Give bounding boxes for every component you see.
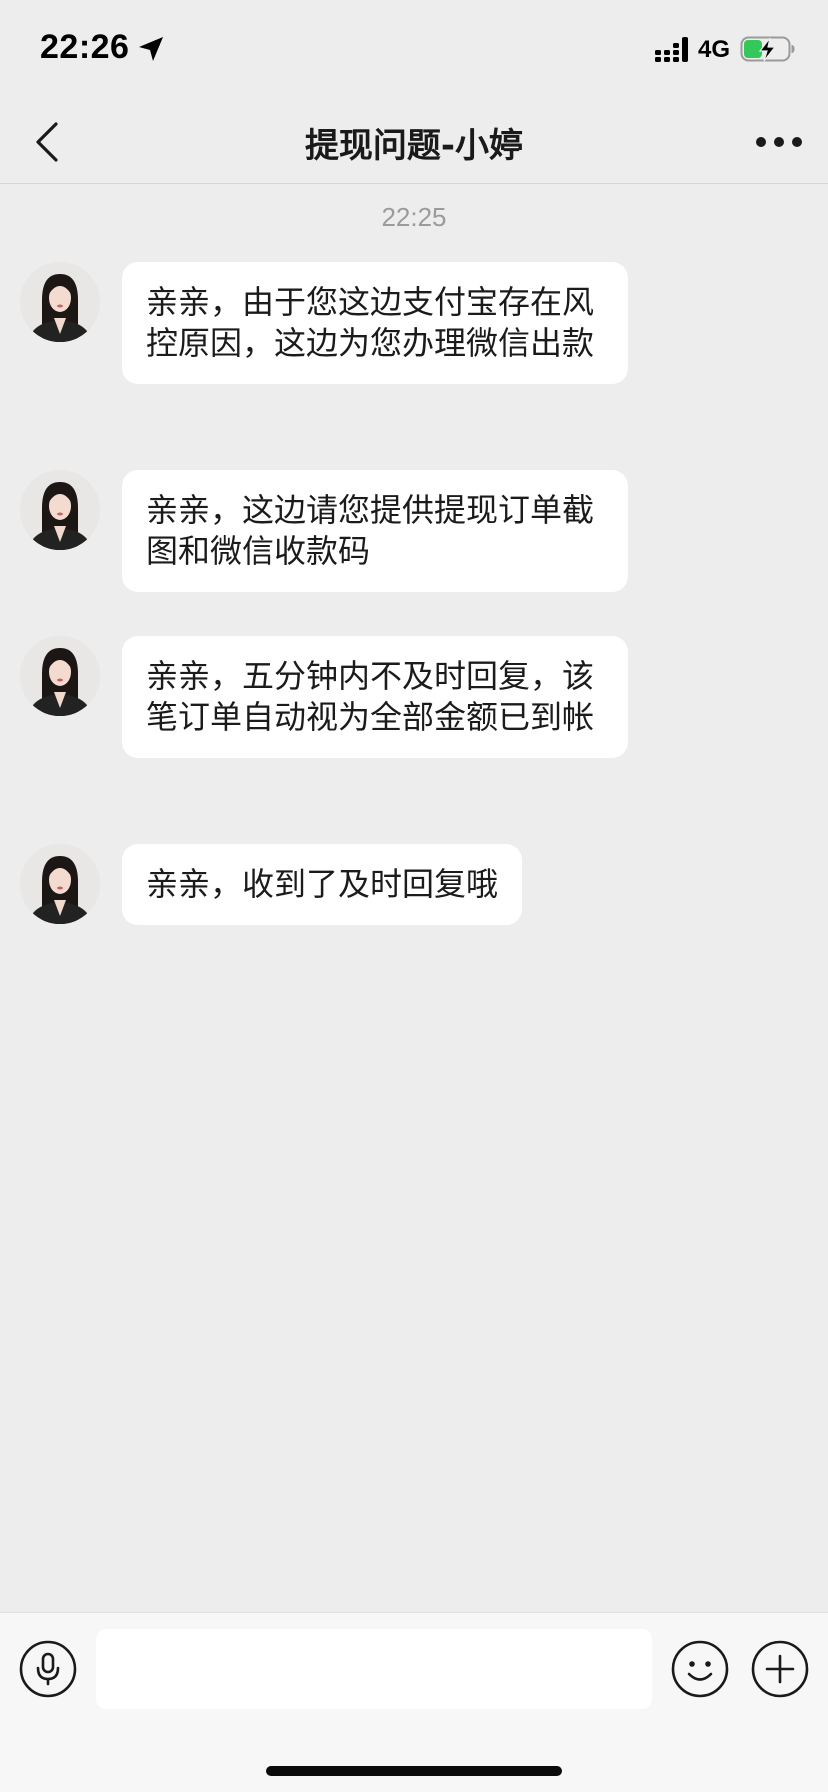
- chevron-left-icon: [36, 122, 58, 162]
- emoji-button[interactable]: [670, 1639, 730, 1699]
- location-arrow-icon: [136, 34, 166, 64]
- more-dots-icon: [756, 137, 802, 147]
- signal-icon: [654, 36, 690, 64]
- network-type-label: 4G: [698, 36, 731, 63]
- message-bubble[interactable]: 亲亲，收到了及时回复哦: [122, 844, 523, 925]
- chat-title: 提现问题-小婷: [304, 126, 524, 166]
- status-time: 22:26: [40, 28, 130, 66]
- navigation-bar: 提现问题-小婷: [0, 100, 828, 184]
- message-bubble[interactable]: 亲亲，由于您这边支付宝存在风控原因，这边为您办理微信出款: [122, 262, 628, 384]
- plus-icon: [751, 1640, 809, 1698]
- battery-charging-icon: [740, 34, 796, 64]
- input-bar: [0, 1612, 828, 1792]
- avatar[interactable]: [20, 636, 100, 716]
- back-button[interactable]: [24, 116, 76, 168]
- more-functions-button[interactable]: [750, 1639, 810, 1699]
- avatar[interactable]: [20, 470, 100, 550]
- avatar[interactable]: [20, 844, 100, 924]
- avatar[interactable]: [20, 262, 100, 342]
- message-bubble[interactable]: 亲亲，五分钟内不及时回复，该笔订单自动视为全部金额已到帐: [122, 636, 628, 758]
- microphone-icon: [19, 1640, 77, 1698]
- status-bar: 22:26 4G: [0, 0, 828, 100]
- chat-timestamp: 22:25: [381, 202, 447, 232]
- emoji-icon: [671, 1640, 729, 1698]
- home-indicator[interactable]: [266, 1766, 562, 1776]
- message-input[interactable]: [96, 1629, 652, 1709]
- chat-screen: 22:26 4G 提现问题-小婷 22:25 亲亲，由于您这边支付宝存在风控原因…: [0, 0, 828, 1792]
- voice-input-button[interactable]: [18, 1639, 78, 1699]
- message-bubble[interactable]: 亲亲，这边请您提供提现订单截图和微信收款码: [122, 470, 628, 592]
- more-options-button[interactable]: [752, 124, 806, 160]
